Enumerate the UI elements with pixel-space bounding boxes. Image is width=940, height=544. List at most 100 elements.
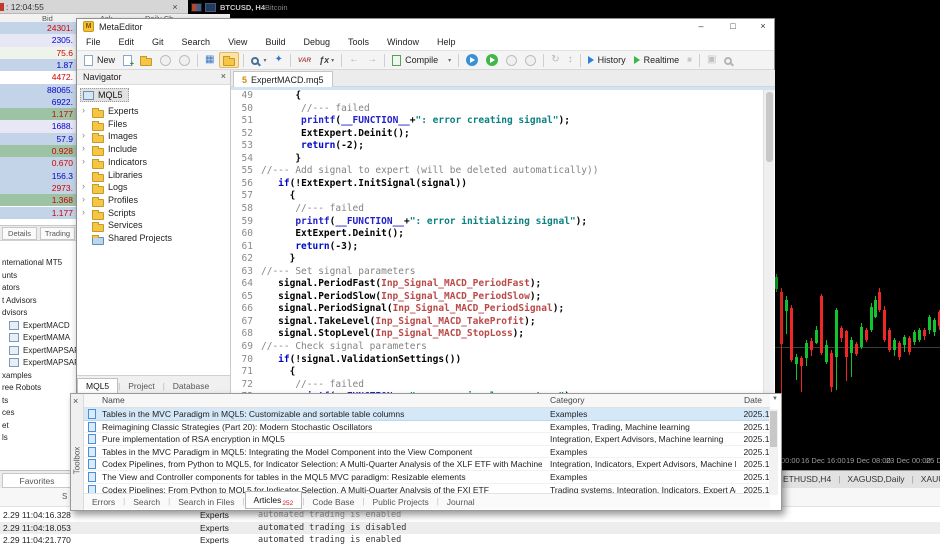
tree-item-expertmacd[interactable]: ExpertMACD: [0, 320, 76, 333]
debug-pause-button[interactable]: [503, 52, 520, 68]
code-editor[interactable]: 5 ExpertMACD.mq5 49 {50 //--- failed51 p…: [231, 70, 775, 394]
metaeditor-title-bar[interactable]: M MetaEditor – □ ×: [77, 19, 774, 35]
article-row[interactable]: Pure implementation of RSA encryption in…: [84, 433, 770, 446]
menu-edit[interactable]: Edit: [110, 35, 144, 50]
navigator-close-icon[interactable]: ×: [221, 71, 226, 81]
find-in-files-button[interactable]: [721, 52, 737, 68]
tree-item-fragment[interactable]: ree Robots: [0, 382, 76, 395]
search-dropdown-button[interactable]: ▾: [248, 52, 269, 68]
forward-button[interactable]: →: [364, 52, 380, 68]
debug-history-start-button[interactable]: [463, 52, 481, 68]
column-header-name[interactable]: Name: [102, 395, 125, 405]
toolbox-tab-errors[interactable]: Errors: [84, 496, 123, 508]
tree-item-fragment[interactable]: ls: [0, 432, 76, 445]
menu-view[interactable]: View: [219, 35, 256, 50]
toolbox-close-icon[interactable]: ×: [73, 396, 78, 406]
tree-item-expertmapsar[interactable]: ExpertMAPSAR: [0, 345, 76, 358]
journal-row[interactable]: 2.29 11:04:18.053Expertsautomated tradin…: [0, 522, 940, 535]
toolbox-tab-articles[interactable]: Articles252: [245, 491, 303, 510]
chart-tab-ethusd-h4[interactable]: ETHUSD,H4: [783, 474, 831, 484]
copy-button[interactable]: ▣: [704, 52, 719, 68]
debug-stop-button[interactable]: [522, 52, 539, 68]
navigator-tab-project[interactable]: Project: [120, 379, 162, 394]
article-row[interactable]: Tables in the MVC Paradigm in MQL5: Inte…: [84, 446, 770, 459]
column-header-date[interactable]: Date: [744, 395, 762, 405]
close-button[interactable]: ×: [754, 20, 772, 34]
realtime-button[interactable]: Realtime: [631, 52, 683, 68]
article-row[interactable]: Tables in the MVC Paradigm in MQL5: Cust…: [84, 408, 770, 421]
add-file-button[interactable]: +: [120, 52, 135, 68]
code-area[interactable]: 49 {50 //--- failed51 printf(__FUNCTION_…: [231, 90, 775, 394]
debug-realtime-start-button[interactable]: [483, 52, 501, 68]
articles-scrollbar[interactable]: [769, 409, 778, 495]
toolbox-tab-code-base[interactable]: Code Base: [304, 496, 362, 508]
navigator-item-profiles[interactable]: ›Profiles: [77, 194, 230, 207]
tree-item-fragment[interactable]: xamples: [0, 370, 76, 383]
nav-back-circle-button[interactable]: [157, 52, 174, 68]
profiler-square-button[interactable]: ■: [684, 52, 695, 68]
toolbox-tab-search-in-files[interactable]: Search in Files: [170, 496, 242, 508]
tab-trading[interactable]: Trading: [40, 227, 75, 240]
open-folder-button[interactable]: [137, 52, 155, 68]
refresh-button[interactable]: ↻: [548, 52, 562, 68]
chart-tab-xauusd-d[interactable]: XAUUSD+,D: [921, 474, 940, 484]
navigator-root-mql5[interactable]: MQL5: [80, 88, 129, 102]
article-row[interactable]: Reimagining Classic Strategies (Part 20)…: [84, 421, 770, 434]
navigator-item-images[interactable]: ›Images: [77, 130, 230, 143]
tree-item-fragment[interactable]: ators: [0, 282, 76, 295]
toolbox-tab-public-projects[interactable]: Public Projects: [364, 496, 436, 508]
navigator-item-services[interactable]: Services: [77, 219, 230, 232]
tree-item-fragment[interactable]: dvisors: [0, 307, 76, 320]
back-button[interactable]: ←: [346, 52, 362, 68]
tree-item-fragment[interactable]: t Advisors: [0, 295, 76, 308]
menu-git[interactable]: Git: [143, 35, 173, 50]
menu-help[interactable]: Help: [428, 35, 465, 50]
menu-build[interactable]: Build: [256, 35, 294, 50]
navigator-item-scripts[interactable]: ›Scripts: [77, 207, 230, 220]
tree-item-expertmapsarsize[interactable]: ExpertMAPSARSize: [0, 357, 76, 370]
chart-tab-xagusd-daily[interactable]: XAGUSD,Daily: [847, 474, 904, 484]
articles-scrollbar-thumb[interactable]: [770, 411, 777, 447]
nav-forward-circle-button[interactable]: [176, 52, 193, 68]
new-file-button[interactable]: New: [81, 52, 118, 68]
toolbox-tab-journal[interactable]: Journal: [439, 496, 483, 508]
navigator-tab-database[interactable]: Database: [165, 379, 217, 394]
tree-item-fragment[interactable]: nternational MT5: [0, 257, 76, 270]
editor-scrollbar[interactable]: [763, 90, 774, 393]
menu-debug[interactable]: Debug: [294, 35, 339, 50]
styler-button[interactable]: ✦: [271, 52, 285, 68]
compile-options-button[interactable]: ▾: [443, 52, 454, 68]
menu-tools[interactable]: Tools: [339, 35, 378, 50]
editor-scrollbar-thumb[interactable]: [766, 92, 773, 162]
tab-details[interactable]: Details: [2, 227, 37, 240]
function-list-button[interactable]: ƒx▾: [316, 52, 337, 68]
tree-item-fragment[interactable]: ces: [0, 407, 76, 420]
article-row[interactable]: Codex Pipelines, from Python to MQL5, fo…: [84, 458, 770, 471]
maximize-button[interactable]: □: [724, 20, 742, 34]
tab-favorites[interactable]: Favorites: [2, 473, 72, 488]
menu-window[interactable]: Window: [378, 35, 428, 50]
navigator-item-files[interactable]: Files: [77, 118, 230, 131]
menu-file[interactable]: File: [77, 35, 110, 50]
file-tab-expertmacd[interactable]: 5 ExpertMACD.mq5: [233, 71, 333, 87]
column-header-category[interactable]: Category: [550, 395, 585, 405]
navigator-item-logs[interactable]: ›Logs: [77, 181, 230, 194]
navigator-item-experts[interactable]: ›Experts: [77, 105, 230, 118]
market-watch-close-icon[interactable]: ×: [169, 1, 181, 13]
navigator-item-libraries[interactable]: Libraries: [77, 169, 230, 182]
tree-item-fragment[interactable]: et: [0, 420, 76, 433]
journal-row[interactable]: 2.29 11:04:21.770Expertsautomated tradin…: [0, 534, 940, 544]
navigator-item-indicators[interactable]: ›Indicators: [77, 156, 230, 169]
tile-windows-button[interactable]: ▦: [202, 52, 217, 68]
history-button[interactable]: History: [585, 52, 629, 68]
tree-item-fragment[interactable]: unts: [0, 270, 76, 283]
compile-button[interactable]: Compile: [389, 52, 441, 68]
navigator-tab-mql5[interactable]: MQL5: [77, 378, 118, 394]
folder-highlight-button[interactable]: [219, 52, 239, 68]
navigator-item-include[interactable]: ›Include: [77, 143, 230, 156]
tree-item-fragment[interactable]: ts: [0, 395, 76, 408]
toolbox-tab-search[interactable]: Search: [125, 496, 168, 508]
var-list-button[interactable]: VAR: [295, 52, 314, 68]
tree-item-expertmama[interactable]: ExpertMAMA: [0, 332, 76, 345]
menu-search[interactable]: Search: [173, 35, 220, 50]
